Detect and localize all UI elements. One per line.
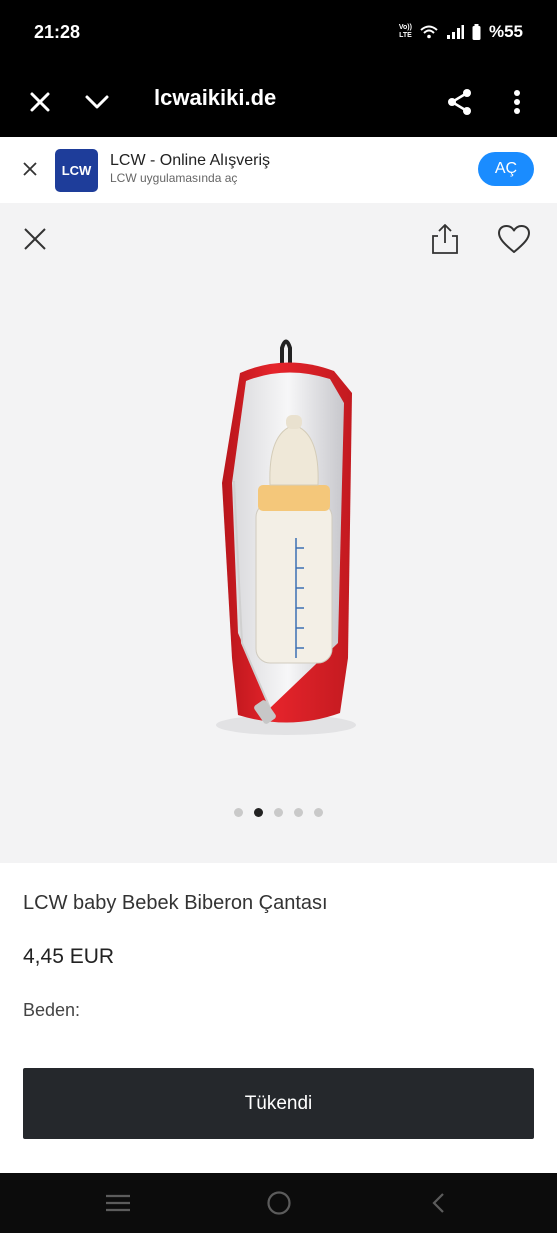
- signal-icon: [446, 25, 464, 39]
- product-price: 4,45 EUR: [23, 945, 115, 968]
- gallery-dot[interactable]: [234, 808, 243, 817]
- banner-title: LCW - Online Alışveriş: [110, 152, 271, 169]
- close-tab-button[interactable]: [18, 80, 62, 124]
- gallery-dot[interactable]: [314, 808, 323, 817]
- lcw-app-logo: LCW: [55, 149, 98, 192]
- home-icon: [267, 1191, 291, 1215]
- close-icon: [30, 92, 50, 112]
- gallery-dot[interactable]: [274, 808, 283, 817]
- back-icon: [432, 1193, 444, 1213]
- back-button[interactable]: [418, 1187, 458, 1219]
- app-install-banner: LCW LCW - Online Alışveriş LCW uygulamas…: [0, 137, 557, 203]
- wifi-icon: [420, 25, 438, 39]
- gallery-dot[interactable]: [294, 808, 303, 817]
- volte-indicator: Vo)) LTE: [399, 24, 412, 40]
- more-vert-icon: [514, 90, 520, 114]
- url-text[interactable]: lcwaikiki.de: [154, 85, 276, 111]
- volte-top: Vo)): [398, 24, 412, 31]
- share-button[interactable]: [438, 80, 482, 124]
- product-image-gallery[interactable]: [0, 203, 557, 863]
- volte-bottom: LTE: [399, 32, 412, 39]
- battery-icon: [472, 24, 481, 40]
- battery-percent: %55: [488, 22, 523, 41]
- product-image: [216, 339, 356, 735]
- browser-toolbar: lcwaikiki.de: [0, 68, 557, 137]
- minimize-button[interactable]: [75, 80, 119, 124]
- status-time: 21:28: [34, 22, 81, 42]
- status-bar: 21:28 Vo)) LTE %55: [0, 0, 557, 68]
- open-app-button[interactable]: AÇ: [478, 152, 534, 186]
- system-navigation-bar: [0, 1173, 557, 1233]
- gallery-pagination: [0, 808, 557, 817]
- close-icon: [23, 162, 37, 176]
- banner-subtitle: LCW uygulamasında aç: [110, 171, 238, 185]
- chevron-down-icon: [85, 95, 109, 109]
- sold-out-button[interactable]: Tükendi: [23, 1068, 534, 1139]
- size-label: Beden:: [23, 1000, 81, 1020]
- recent-apps-icon: [106, 1194, 130, 1212]
- status-icons: Vo)) LTE %55: [399, 22, 523, 42]
- share-icon: [448, 89, 471, 115]
- more-options-button[interactable]: [495, 80, 539, 124]
- recent-apps-button[interactable]: [98, 1187, 138, 1219]
- home-button[interactable]: [259, 1187, 299, 1219]
- banner-close-button[interactable]: [18, 157, 42, 181]
- gallery-dot-active[interactable]: [254, 808, 263, 817]
- product-name: LCW baby Bebek Biberon Çantası: [23, 892, 328, 914]
